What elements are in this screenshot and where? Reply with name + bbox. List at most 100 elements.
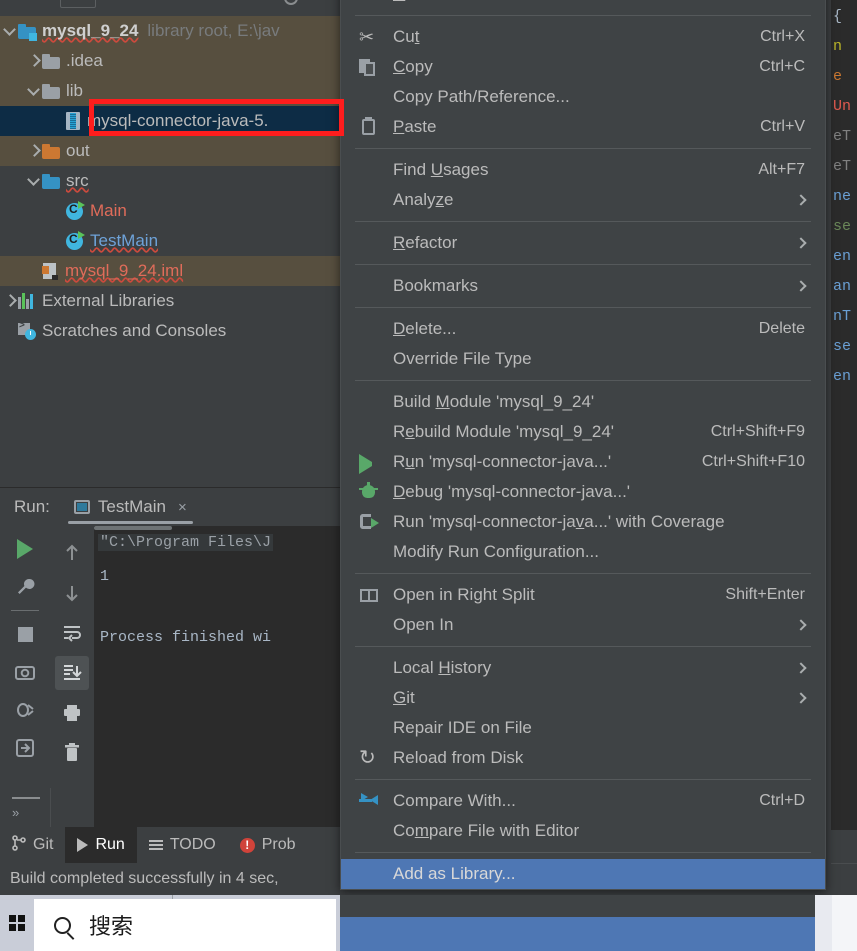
menu-item-compare-file-with-editor[interactable]: Compare File with Editor <box>341 816 825 846</box>
run-tab-label: TestMain <box>97 497 166 516</box>
scratches-icon <box>18 320 36 340</box>
menu-item-copy[interactable]: Copy Ctrl+C <box>341 52 825 82</box>
menu-item-label: Reload from Disk <box>393 748 524 767</box>
tree-row-mysql-9-24-iml[interactable]: mysql_9_24.iml <box>0 256 340 286</box>
tree-row-mysql-9-24[interactable]: mysql_9_24 library root, E:\jav <box>0 16 340 46</box>
module-folder-icon <box>18 23 37 41</box>
menu-item-override-file-type[interactable]: Override File Type <box>341 344 825 374</box>
menu-item-bookmarks[interactable]: Bookmarks <box>341 271 825 301</box>
tree-row-label: Main <box>90 201 127 220</box>
close-icon[interactable]: × <box>178 499 187 516</box>
menu-separator <box>355 148 811 149</box>
tree-row-out[interactable]: out <box>0 136 340 166</box>
menu-item-open-in[interactable]: Open In <box>341 610 825 640</box>
project-tree[interactable]: mysql_9_24 library root, E:\jav .idea lib my… <box>0 16 340 346</box>
wrench-icon[interactable] <box>8 570 42 604</box>
chevron-right-icon <box>795 194 807 206</box>
editor-code-line: n <box>833 38 843 55</box>
status-tab-problems[interactable]: ! Prob <box>228 827 308 863</box>
console-output[interactable]: "C:\Program Files\J 1 Process finished w… <box>94 526 340 788</box>
chevron-right-icon[interactable] <box>2 293 18 309</box>
menu-item-cut[interactable]: ✂ Cut Ctrl+X <box>341 22 825 52</box>
menu-item-run-mysql-connector-java[interactable]: Run 'mysql-connector-java...' Ctrl+Shift+… <box>341 447 825 477</box>
chevron-more-icon[interactable]: » <box>12 805 19 820</box>
menu-item-compare-with[interactable]: Compare With... Ctrl+D <box>341 786 825 816</box>
menu-item-label: Compare With... <box>393 791 516 810</box>
chevron-down-icon[interactable] <box>26 83 42 99</box>
toolbar-overflow[interactable]: » <box>0 788 50 828</box>
menu-item-label: Delete... <box>393 319 457 338</box>
start-button[interactable] <box>0 895 34 951</box>
compare-icon <box>359 791 379 811</box>
build-status-message: Build completed successfully in 4 sec, <box>0 863 340 895</box>
menu-item-repair-ide-on-file[interactable]: Repair IDE on File <box>341 713 825 743</box>
status-tab-git[interactable]: Git <box>0 827 65 863</box>
tree-row-lib[interactable]: lib <box>0 76 340 106</box>
chevron-down-icon[interactable] <box>26 173 42 189</box>
menu-item-copy-path-reference[interactable]: Copy Path/Reference... <box>341 82 825 112</box>
toolbar-strip <box>0 0 340 16</box>
menu-item-debug-mysql-connector-java[interactable]: Debug 'mysql-connector-java...' <box>341 477 825 507</box>
scroll-down-icon[interactable] <box>55 576 89 610</box>
menu-item-local-history[interactable]: Local History <box>341 653 825 683</box>
stop-icon[interactable] <box>8 617 42 651</box>
console-scrollbar[interactable] <box>94 526 172 530</box>
status-tab-label: Git <box>33 836 54 853</box>
menu-item-shortcut: Ctrl+V <box>760 118 805 135</box>
menu-item-reload-from-disk[interactable]: ↻ Reload from Disk <box>341 743 825 773</box>
tree-row-src[interactable]: src <box>0 166 340 196</box>
print-icon[interactable] <box>55 696 89 730</box>
menu-item-open-in-right-split[interactable]: Open in Right Split Shift+Enter <box>341 580 825 610</box>
menu-item-add-as-library[interactable]: Add as Library... <box>341 859 825 889</box>
tree-row-testmain[interactable]: TestMain <box>0 226 340 256</box>
scroll-to-end-icon[interactable] <box>55 656 89 690</box>
tree-row-external-libraries[interactable]: External Libraries <box>0 286 340 316</box>
menu-item-label: Copy <box>393 57 433 76</box>
run-icon <box>359 454 379 474</box>
toolbar-ghost-button[interactable] <box>60 0 96 8</box>
scroll-up-icon[interactable] <box>55 536 89 570</box>
run-tab-testmain[interactable]: TestMain × <box>67 497 193 524</box>
status-tab-run[interactable]: Run <box>65 827 137 863</box>
camera-icon[interactable] <box>8 655 42 689</box>
menu-separator <box>355 852 811 853</box>
menu-item-modify-run-configuration[interactable]: Modify Run Configuration... <box>341 537 825 567</box>
run-toolbar-footer: » <box>0 788 340 828</box>
menu-item-label: Git <box>393 688 415 707</box>
chevron-down-icon[interactable] <box>2 23 18 39</box>
export-icon[interactable] <box>8 731 42 765</box>
status-tab-todo[interactable]: TODO <box>137 827 228 863</box>
menu-item-paste[interactable]: Paste Ctrl+V <box>341 112 825 142</box>
menu-item-build-module-mysql-9-24[interactable]: Build Module 'mysql_9_24' <box>341 387 825 417</box>
tree-row-mysql-connector-java-5[interactable]: mysql-connector-java-5. <box>0 106 340 136</box>
context-menu[interactable]: New ✂ Cut Ctrl+X Copy Ctrl+C Copy Path/Referen… <box>340 0 826 890</box>
tree-row-label: Scratches and Consoles <box>42 321 227 340</box>
tree-row-main[interactable]: Main <box>0 196 340 226</box>
menu-item-git[interactable]: Git <box>341 683 825 713</box>
tree-row-scratches-and-consoles[interactable]: Scratches and Consoles <box>0 316 340 346</box>
chevron-right-icon <box>795 619 807 631</box>
menu-separator <box>355 380 811 381</box>
menu-item-refactor[interactable]: Refactor <box>341 228 825 258</box>
taskbar-search-box[interactable]: 搜索 <box>34 899 336 951</box>
thread-dump-icon[interactable] <box>8 693 42 727</box>
editor-code-sliver[interactable]: {n e Un eT eT ne se en an nT se en <box>831 0 857 500</box>
menu-item-label: New <box>393 0 427 4</box>
soft-wrap-icon[interactable] <box>55 616 89 650</box>
menu-item-rebuild-module-mysql-9-24[interactable]: Rebuild Module 'mysql_9_24' Ctrl+Shift+F9 <box>341 417 825 447</box>
run-icon[interactable] <box>8 532 42 566</box>
chevron-right-icon[interactable] <box>26 143 42 159</box>
menu-item-label: Open In <box>393 615 454 634</box>
menu-item-new[interactable]: New <box>341 0 825 9</box>
split-icon <box>359 585 379 605</box>
chevron-right-icon[interactable] <box>26 53 42 69</box>
menu-item-run-mysql-connector-java-with-coverage[interactable]: Run 'mysql-connector-java...' with Cover… <box>341 507 825 537</box>
windows-logo-icon <box>9 915 25 931</box>
menu-item-find-usages[interactable]: Find Usages Alt+F7 <box>341 155 825 185</box>
menu-item-delete[interactable]: Delete... Delete <box>341 314 825 344</box>
tree-row-idea[interactable]: .idea <box>0 46 340 76</box>
settings-circle-icon[interactable] <box>284 0 298 5</box>
menu-item-analyze[interactable]: Analyze <box>341 185 825 215</box>
trash-icon[interactable] <box>55 736 89 770</box>
